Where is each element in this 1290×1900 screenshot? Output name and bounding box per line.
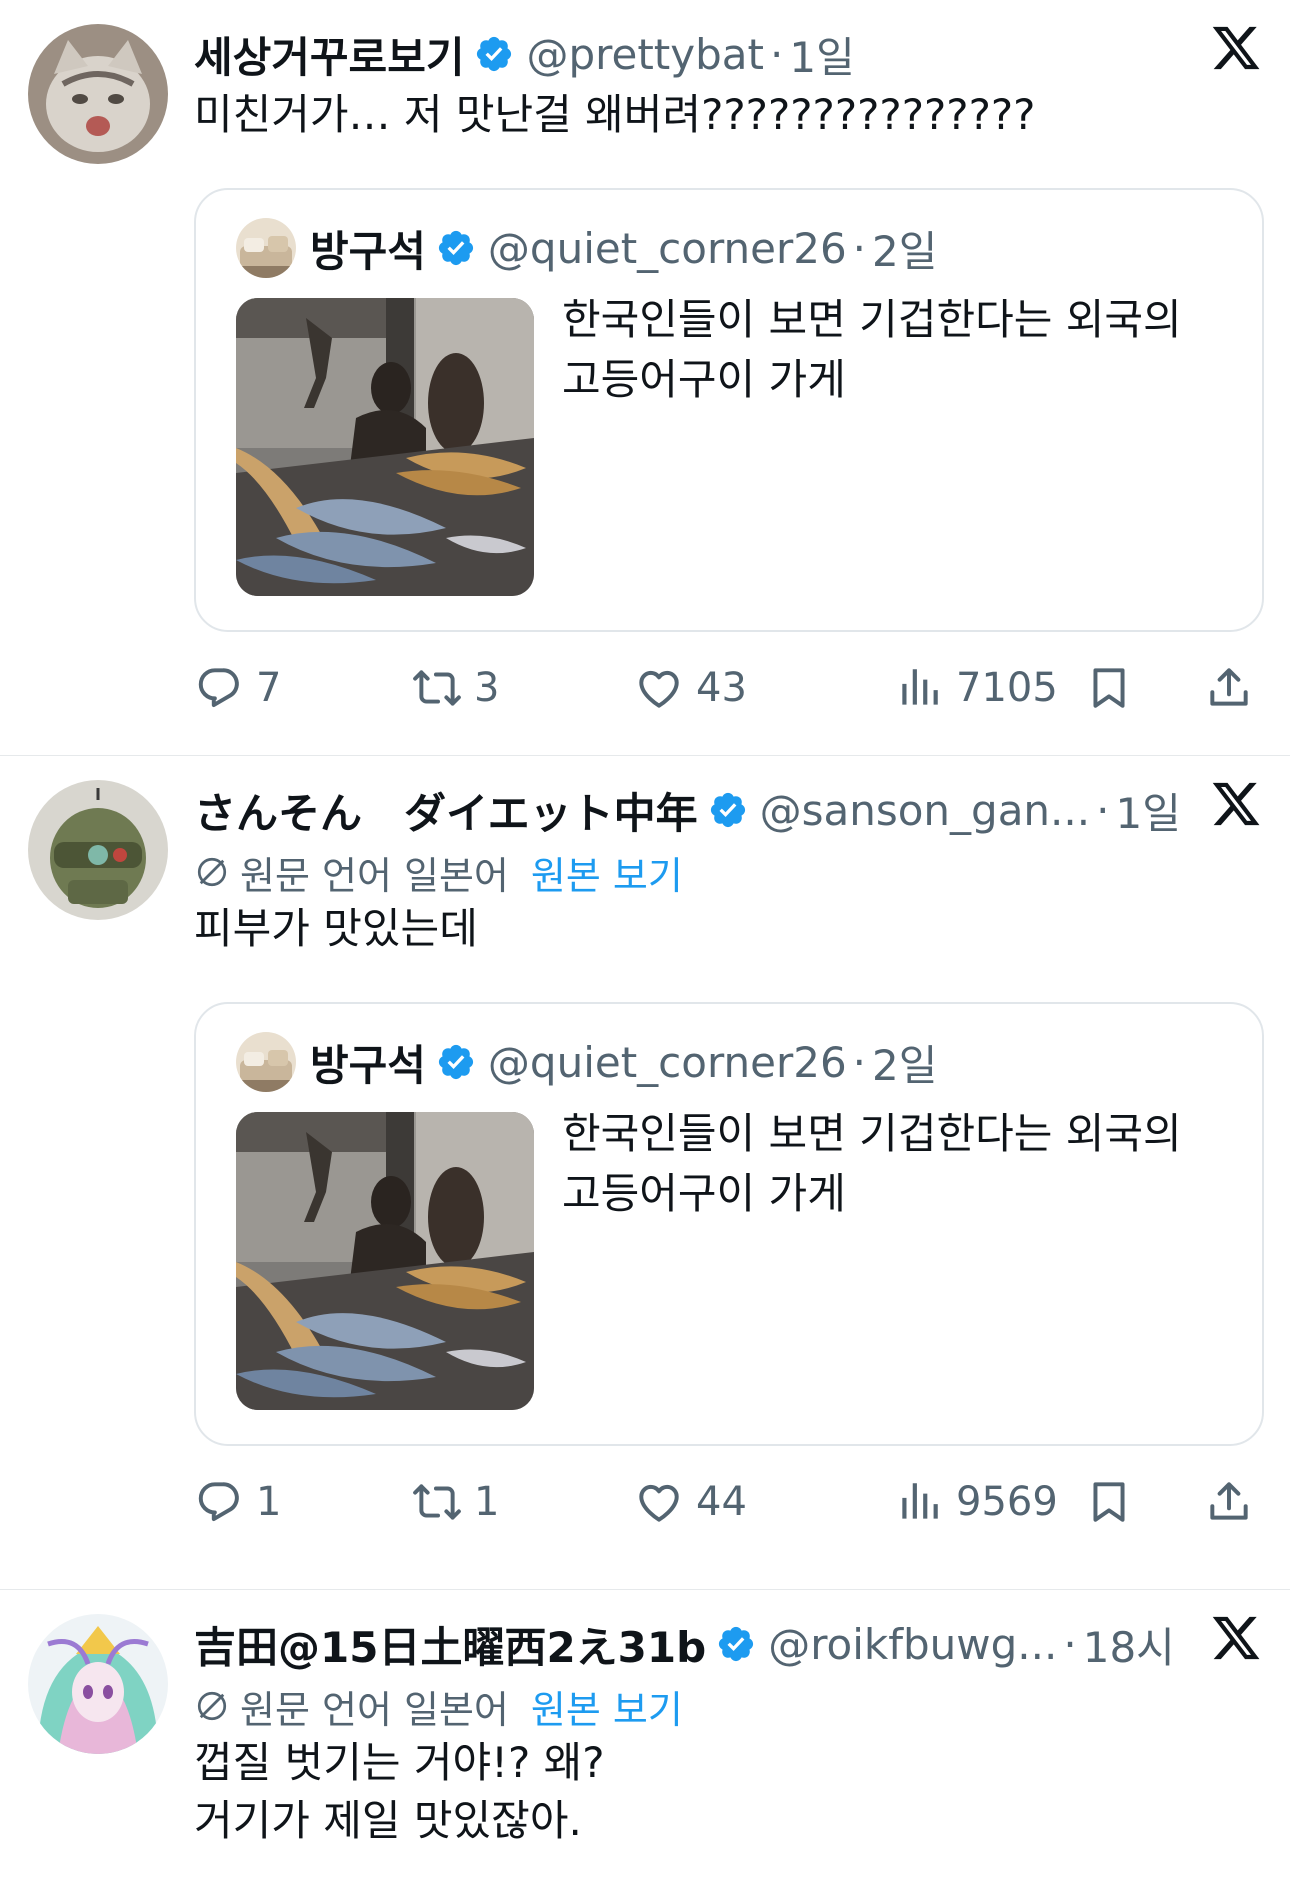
tweet-header: 세상거꾸로보기 @prettybat · 1일 bbox=[194, 24, 1262, 84]
show-original-link[interactable]: 원본 보기 bbox=[531, 845, 683, 900]
tweet-text-line: 껍질 벗기는 거야!? 왜? bbox=[194, 1738, 605, 1787]
quoted-thumbnail[interactable] bbox=[236, 298, 534, 596]
like-count: 44 bbox=[696, 1479, 747, 1525]
quoted-handle: @quiet_corner26 bbox=[487, 223, 847, 273]
verified-badge-icon bbox=[716, 1624, 756, 1664]
separator-dot: · bbox=[852, 1037, 867, 1087]
quoted-timestamp: 2일 bbox=[872, 226, 938, 276]
separator-dot: · bbox=[1063, 1619, 1077, 1669]
display-name[interactable]: さんそん ダイエット中年 bbox=[194, 780, 698, 841]
tweet[interactable]: 세상거꾸로보기 @prettybat · 1일 미친거가… 저 맛난걸 왜버려?… bbox=[0, 0, 1290, 756]
verified-badge-icon bbox=[436, 1042, 476, 1082]
display-name[interactable]: 세상거꾸로보기 bbox=[194, 24, 464, 85]
tweet-text: 피부가 맛있는데 bbox=[194, 904, 478, 953]
quoted-display-name: 방구석 bbox=[310, 1040, 426, 1090]
translate-icon bbox=[194, 854, 230, 890]
views-icon bbox=[894, 1477, 944, 1527]
x-logo-icon[interactable] bbox=[1210, 22, 1262, 74]
separator-dot: · bbox=[770, 29, 784, 79]
views-button[interactable]: 7105 bbox=[894, 658, 1058, 718]
tweet-header: 吉田@15日土曜西2え31b @roikfbuwg... · 18시 bbox=[194, 1614, 1262, 1674]
retweet-icon bbox=[412, 663, 462, 713]
action-bar: 7 3 43 7105 bbox=[194, 658, 1262, 718]
retweet-button[interactable]: 3 bbox=[412, 658, 499, 718]
reply-button[interactable]: 1 bbox=[194, 1472, 281, 1532]
retweet-button[interactable]: 1 bbox=[412, 1472, 499, 1532]
reply-count: 1 bbox=[256, 1479, 282, 1525]
verified-badge-icon bbox=[436, 228, 476, 268]
reply-button[interactable]: 7 bbox=[194, 658, 281, 718]
reply-icon bbox=[194, 663, 244, 713]
like-button[interactable]: 44 bbox=[634, 1472, 747, 1532]
bookmark-icon bbox=[1084, 663, 1134, 713]
verified-badge-icon bbox=[474, 34, 514, 74]
tweet[interactable]: さんそん ダイエット中年 @sanson_gan... · 1일 원문 언어 일… bbox=[0, 756, 1290, 1590]
timestamp[interactable]: 1일 bbox=[1115, 780, 1180, 841]
avatar[interactable] bbox=[28, 24, 168, 164]
timestamp[interactable]: 1일 bbox=[789, 24, 854, 85]
views-button[interactable]: 9569 bbox=[894, 1472, 1058, 1532]
share-button[interactable] bbox=[1204, 658, 1254, 718]
quoted-text: 한국인들이 보면 기겁한다는 외국의 고등어구이 가게 bbox=[562, 1109, 1182, 1218]
avatar[interactable] bbox=[28, 780, 168, 920]
share-button[interactable] bbox=[1204, 1472, 1254, 1532]
separator-dot: · bbox=[1096, 785, 1110, 835]
quoted-text: 한국인들이 보면 기겁한다는 외국의 고등어구이 가게 bbox=[562, 295, 1182, 404]
show-original-link[interactable]: 원본 보기 bbox=[531, 1679, 683, 1734]
quoted-thumbnail[interactable] bbox=[236, 1112, 534, 1410]
handle[interactable]: @sanson_gan... bbox=[760, 786, 1091, 835]
quoted-avatar bbox=[236, 218, 296, 278]
handle[interactable]: @prettybat bbox=[526, 30, 764, 79]
bookmark-icon bbox=[1084, 1477, 1134, 1527]
avatar[interactable] bbox=[28, 1614, 168, 1754]
tweet-text: 껍질 벗기는 거야!? 왜? 거기가 제일 맛있잖아. bbox=[194, 1734, 1262, 1850]
x-logo-icon[interactable] bbox=[1210, 1612, 1262, 1664]
handle[interactable]: @roikfbuwg... bbox=[768, 1620, 1057, 1669]
view-count: 9569 bbox=[956, 1479, 1058, 1525]
quoted-timestamp: 2일 bbox=[872, 1040, 938, 1090]
quoted-handle: @quiet_corner26 bbox=[487, 1037, 847, 1087]
tweet-text-line: 거기가 제일 맛있잖아. bbox=[194, 1796, 582, 1845]
translation-label: 원문 언어 일본어 bbox=[240, 1687, 509, 1732]
tweet-text: 미친거가… 저 맛난걸 왜버려??????????????? bbox=[194, 90, 1036, 139]
quoted-tweet[interactable]: 방구석 @quiet_corner26 · 2일 한국인들이 보면 기겁한다는 … bbox=[194, 188, 1264, 632]
tweet[interactable]: 吉田@15日土曜西2え31b @roikfbuwg... · 18시 원문 언어… bbox=[0, 1590, 1290, 1900]
display-name[interactable]: 吉田@15日土曜西2え31b bbox=[194, 1614, 706, 1675]
like-count: 43 bbox=[696, 665, 747, 711]
timeline: 세상거꾸로보기 @prettybat · 1일 미친거가… 저 맛난걸 왜버려?… bbox=[0, 0, 1290, 1900]
heart-icon bbox=[634, 663, 684, 713]
translation-notice: 원문 언어 일본어 원본 보기 bbox=[194, 846, 1262, 898]
retweet-count: 1 bbox=[474, 1479, 500, 1525]
translation-notice: 원문 언어 일본어 원본 보기 bbox=[194, 1680, 1262, 1732]
translation-label: 원문 언어 일본어 bbox=[240, 853, 509, 898]
share-icon bbox=[1204, 1477, 1254, 1527]
x-logo-icon[interactable] bbox=[1210, 778, 1262, 830]
bookmark-button[interactable] bbox=[1084, 1472, 1134, 1532]
quoted-tweet[interactable]: 방구석 @quiet_corner26 · 2일 한국인들이 보면 기겁한다는 … bbox=[194, 1002, 1264, 1446]
quoted-tweet-header: 방구석 @quiet_corner26 · 2일 bbox=[236, 1030, 1224, 1094]
separator-dot: · bbox=[852, 223, 867, 273]
heart-icon bbox=[634, 1477, 684, 1527]
reply-count: 7 bbox=[256, 665, 282, 711]
timestamp[interactable]: 18시 bbox=[1083, 1614, 1175, 1675]
like-button[interactable]: 43 bbox=[634, 658, 747, 718]
retweet-count: 3 bbox=[474, 665, 500, 711]
tweet-header: さんそん ダイエット中年 @sanson_gan... · 1일 bbox=[194, 780, 1262, 840]
translate-icon bbox=[194, 1688, 230, 1724]
views-icon bbox=[894, 663, 944, 713]
quoted-display-name: 방구석 bbox=[310, 226, 426, 276]
reply-icon bbox=[194, 1477, 244, 1527]
action-bar: 1 1 44 9569 bbox=[194, 1472, 1262, 1532]
share-icon bbox=[1204, 663, 1254, 713]
quoted-tweet-header: 방구석 @quiet_corner26 · 2일 bbox=[236, 216, 1224, 280]
view-count: 7105 bbox=[956, 665, 1058, 711]
verified-badge-icon bbox=[708, 790, 748, 830]
retweet-icon bbox=[412, 1477, 462, 1527]
bookmark-button[interactable] bbox=[1084, 658, 1134, 718]
quoted-avatar bbox=[236, 1032, 296, 1092]
